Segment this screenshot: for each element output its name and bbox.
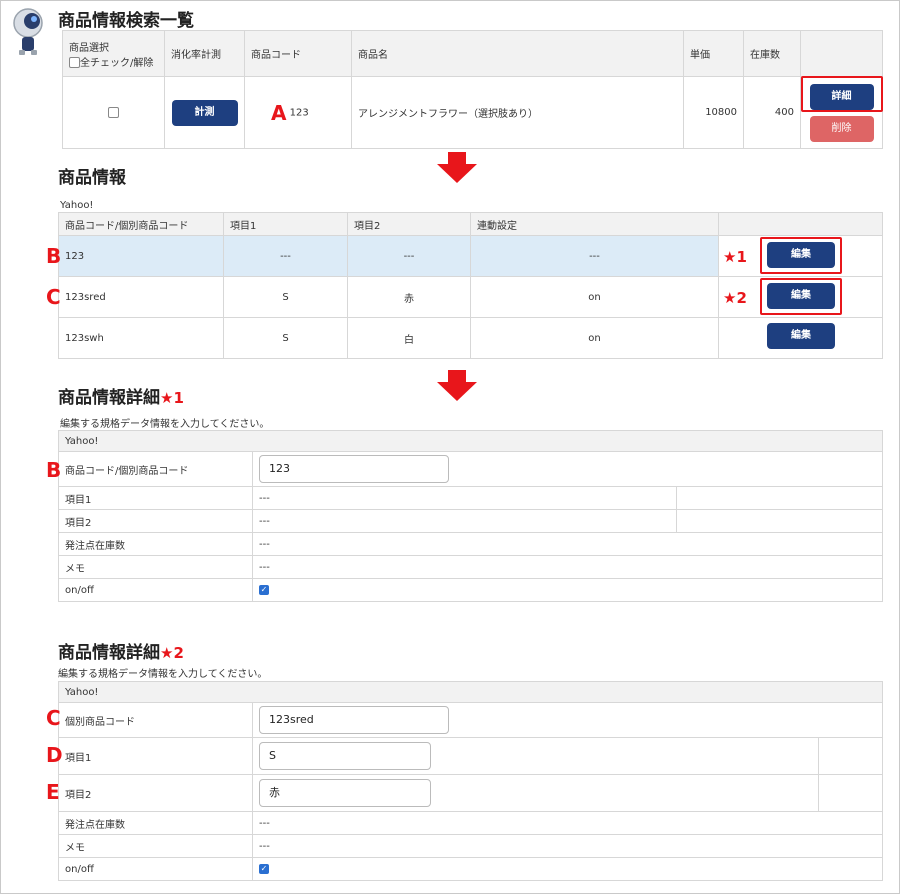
onoff-checkbox[interactable]: ✓	[259, 863, 269, 874]
marker-b: B	[46, 458, 62, 482]
item2-col-header: 項目2	[347, 212, 471, 236]
code-label: 個別商品コード	[58, 702, 253, 738]
row-code: 123sred	[58, 276, 224, 318]
item1-col-header: 項目1	[223, 212, 348, 236]
measure-button[interactable]: 計測	[171, 99, 238, 126]
row-code: 123	[58, 235, 224, 277]
code-col-header: 商品コード/個別商品コード	[58, 212, 224, 236]
store-header: Yahoo!	[58, 681, 883, 703]
marker-c: C	[46, 706, 61, 730]
edit-button[interactable]: 編集	[767, 323, 835, 349]
table-row: 計測 A 123 アレンジメントフラワー（選択肢あり） 10800 400 詳細…	[62, 76, 883, 149]
marker-c: C	[46, 285, 61, 309]
table-row: 123 --- --- ---	[58, 235, 883, 277]
row-code: 123swh	[58, 317, 224, 359]
robot-mascot-icon	[10, 6, 48, 56]
table-row: 123sred S 赤 on	[58, 276, 883, 318]
product-info-title: 商品情報	[58, 168, 126, 188]
code-header: 商品コード	[244, 30, 352, 77]
onoff-checkbox[interactable]: ✓	[259, 584, 269, 595]
item1-input[interactable]: S	[259, 742, 431, 770]
product-name: アレンジメントフラワー（選択肢あり）	[351, 76, 684, 149]
item1-label: 項目1	[58, 737, 253, 775]
name-header: 商品名	[351, 30, 684, 77]
check-all-checkbox[interactable]	[69, 57, 80, 68]
search-result-table: 商品選択 全チェック/解除 消化率計測 商品コード 商品名 単価 在庫数 計測 …	[62, 30, 883, 149]
detail-description: 編集する規格データ情報を入力してください。	[58, 669, 268, 680]
stock-count: 400	[743, 76, 801, 149]
measure-header: 消化率計測	[164, 30, 245, 77]
stock-header: 在庫数	[743, 30, 801, 77]
search-list-title: 商品情報検索一覧	[58, 11, 194, 31]
store-header: Yahoo!	[58, 430, 883, 452]
product-detail-table: Yahoo! 商品コード/個別商品コード 123 項目1 --- 項目2 ---…	[58, 430, 883, 602]
item2-label: 項目2	[58, 774, 253, 812]
detail-button-highlight	[801, 76, 883, 112]
price-header: 単価	[683, 30, 744, 77]
delete-button[interactable]: 削除	[809, 115, 874, 142]
product-detail-title: 商品情報詳細★1	[58, 388, 184, 408]
code-label: 商品コード/個別商品コード	[58, 451, 253, 487]
marker-d: D	[46, 743, 63, 767]
product-detail-title: 商品情報詳細★2	[58, 643, 184, 663]
select-header: 商品選択 全チェック/解除	[62, 30, 165, 77]
arrow-down-icon	[433, 370, 481, 406]
link-col-header: 連動設定	[470, 212, 719, 236]
marker-e: E	[46, 780, 60, 804]
store-name: Yahoo!	[60, 200, 94, 211]
row-select-checkbox[interactable]	[108, 106, 119, 118]
marker-b: B	[46, 244, 62, 268]
item2-input[interactable]: 赤	[259, 779, 431, 807]
arrow-down-icon	[433, 152, 481, 188]
product-detail-table: Yahoo! 個別商品コード 123sred 項目1 S 項目2 赤 発注点在庫…	[58, 681, 883, 881]
marker-a: A	[271, 100, 287, 125]
star-2-label: ★2	[723, 289, 747, 307]
unit-price: 10800	[683, 76, 744, 149]
edit-button-highlight	[760, 237, 842, 274]
table-row: 123swh S 白 on	[58, 317, 883, 359]
code-input[interactable]: 123sred	[259, 706, 449, 734]
edit-button-highlight	[760, 278, 842, 315]
actions-header	[800, 30, 883, 77]
code-input[interactable]: 123	[259, 455, 449, 483]
detail-description: 編集する規格データ情報を入力してください。	[60, 419, 270, 430]
star-1-label: ★1	[723, 248, 747, 266]
product-code: 123	[289, 107, 309, 118]
